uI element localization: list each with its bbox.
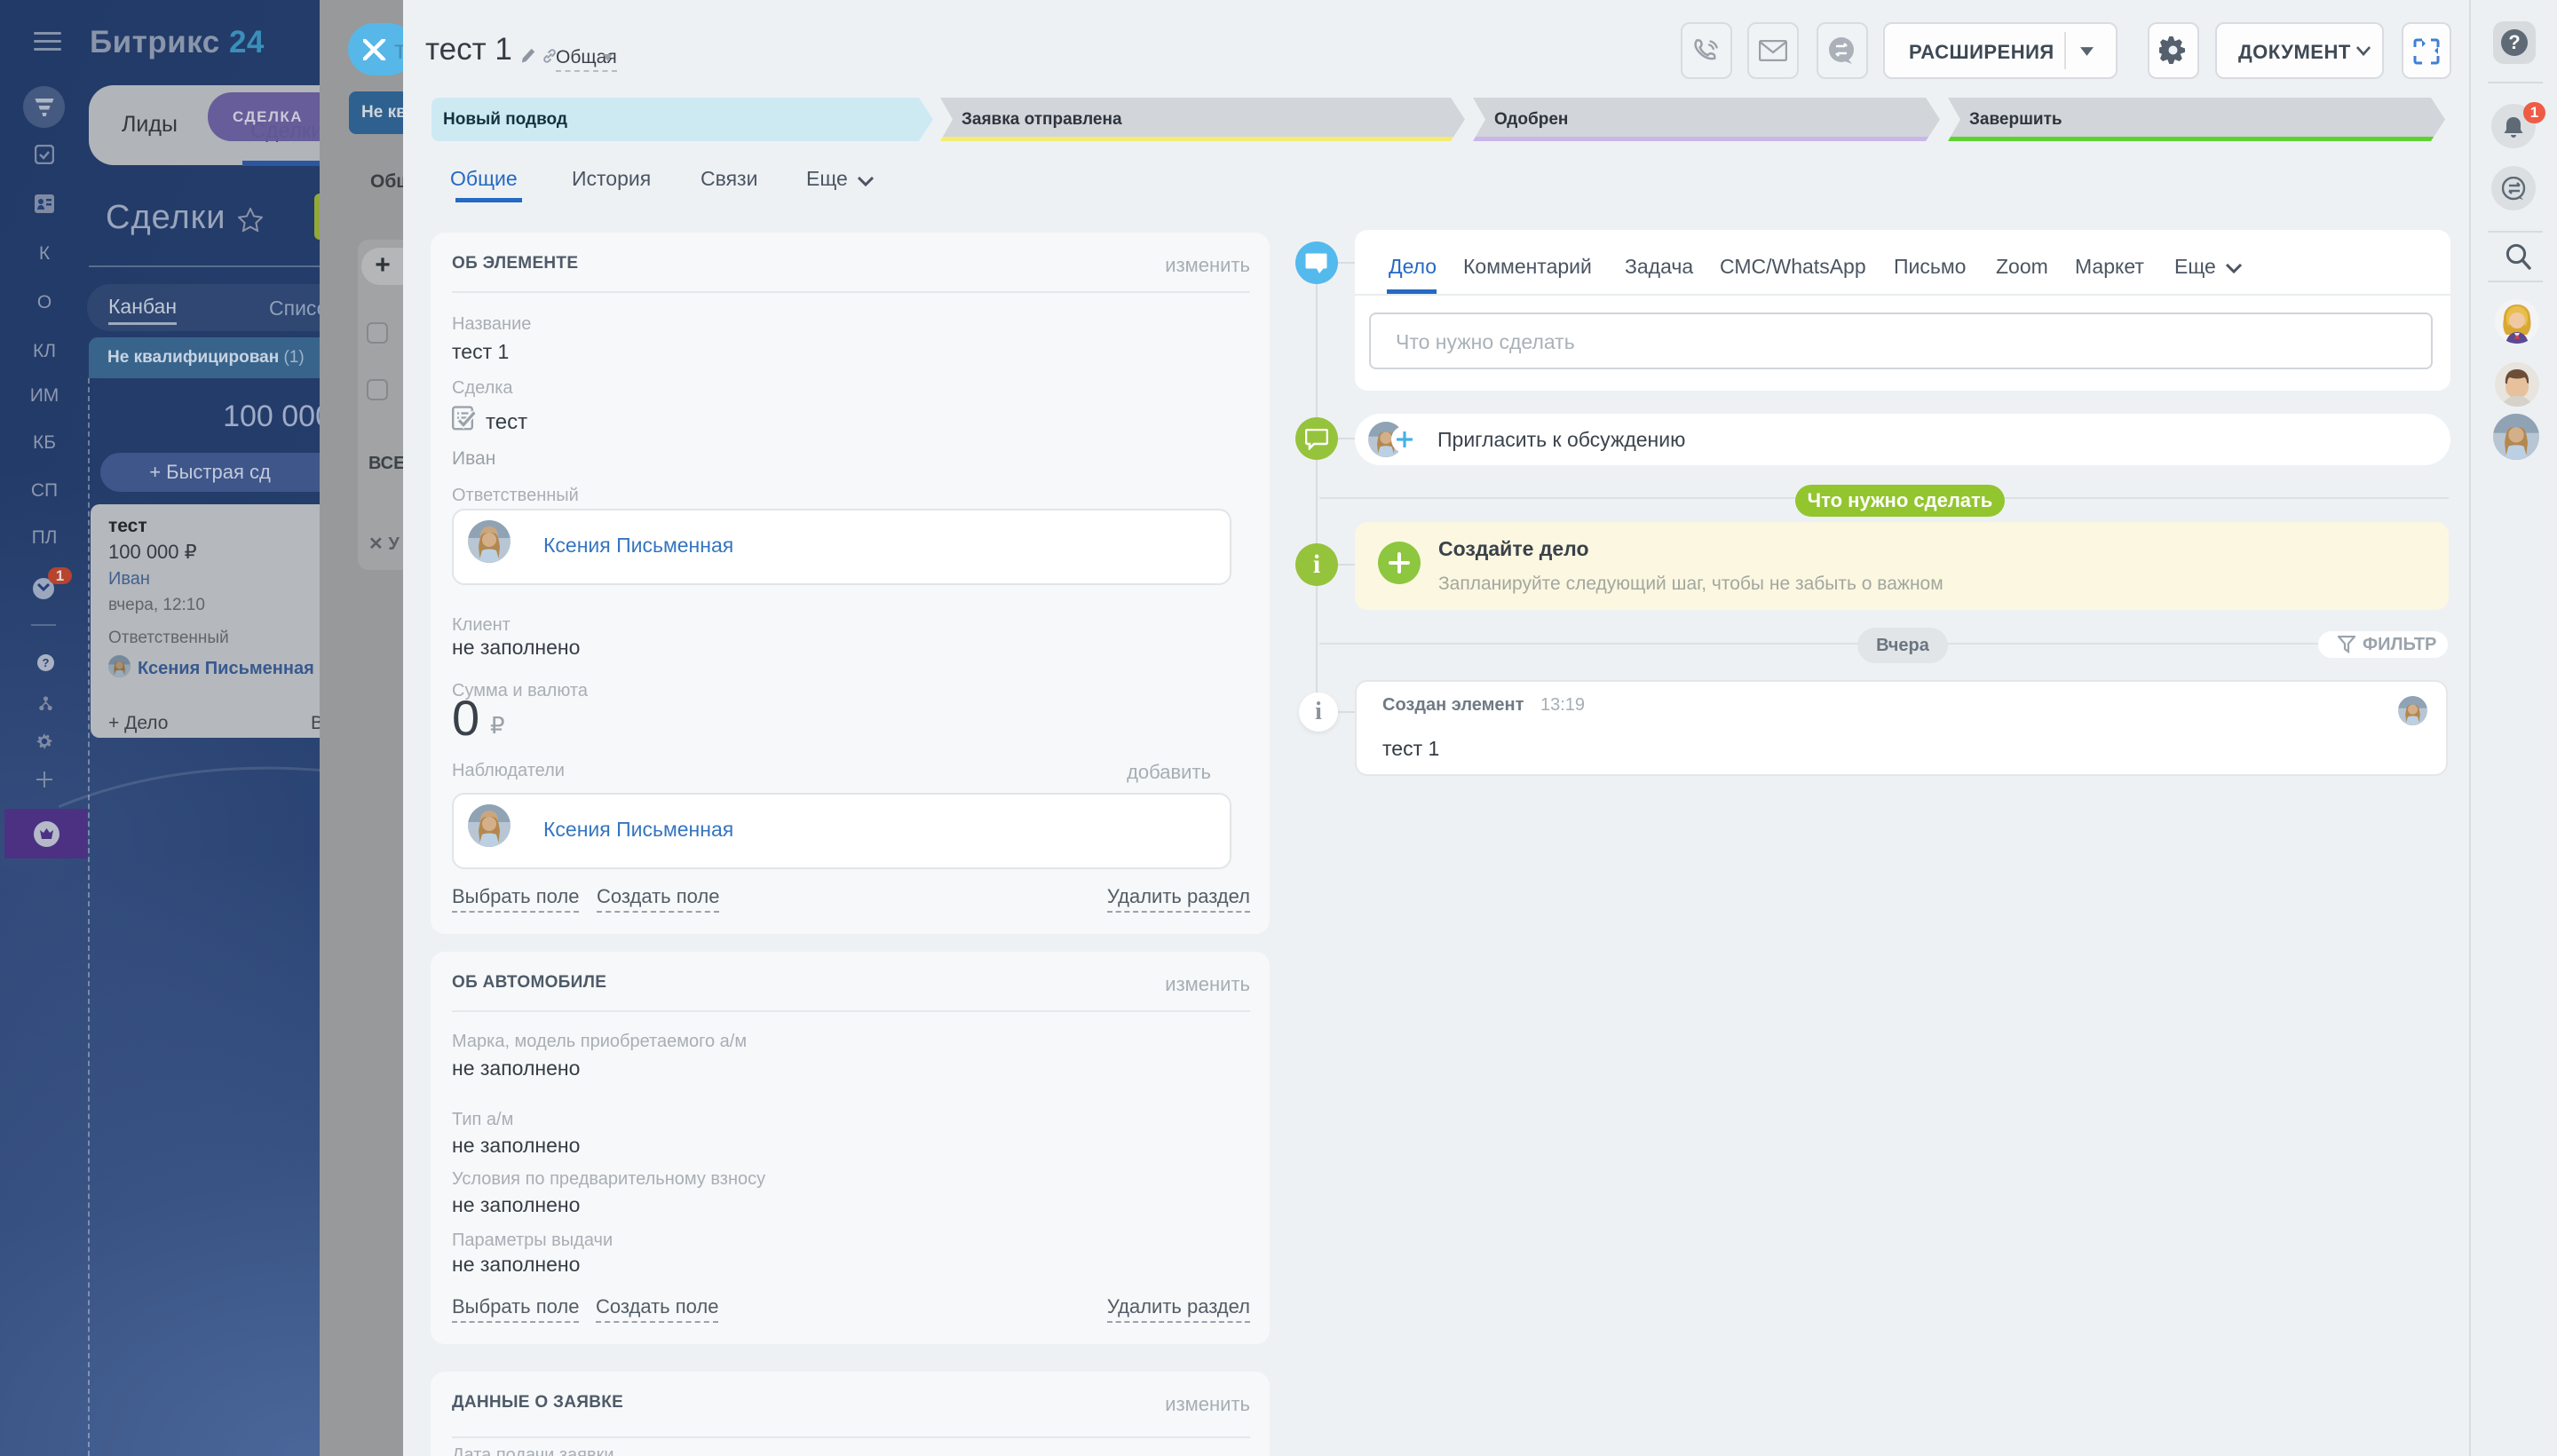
svg-text:?: ?	[43, 656, 50, 669]
